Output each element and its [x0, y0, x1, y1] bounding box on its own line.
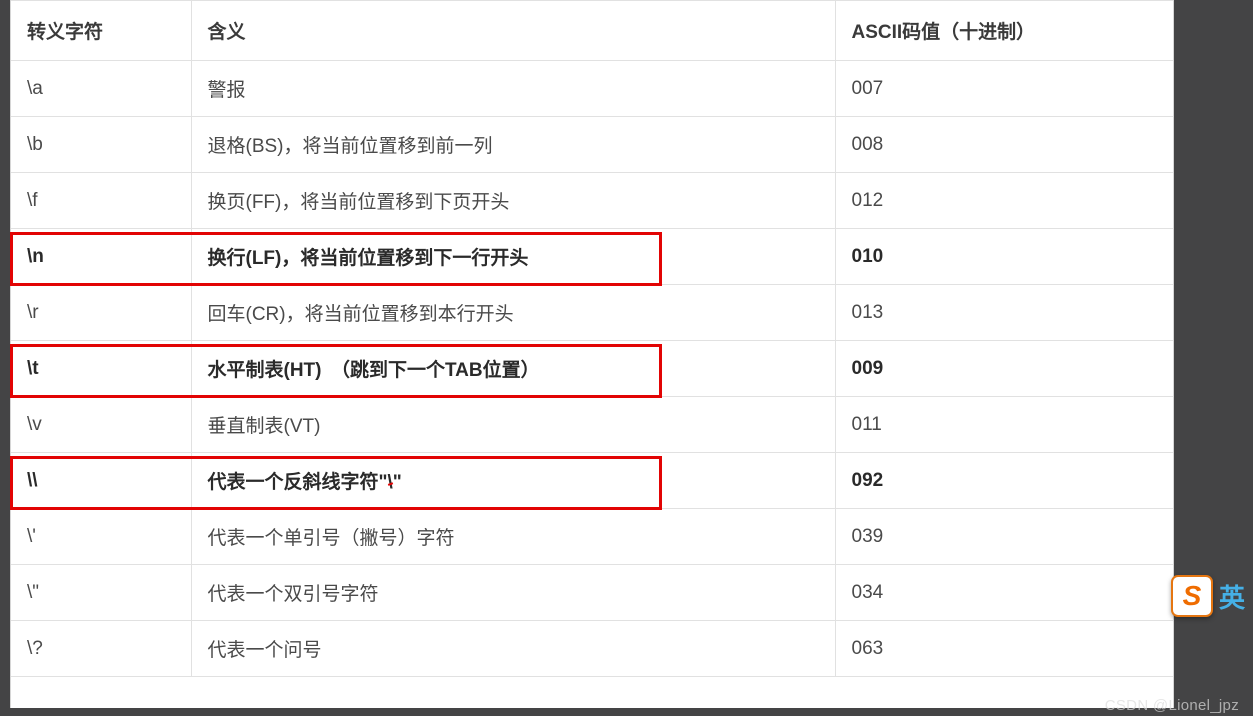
- cell-escape: \f: [11, 173, 191, 229]
- sogou-mode-label: 英: [1219, 578, 1245, 615]
- cell-escape: \b: [11, 117, 191, 173]
- meaning-strike: \: [388, 472, 393, 494]
- table-row: \?代表一个问号063: [11, 621, 1173, 677]
- cell-meaning: 警报: [191, 61, 835, 117]
- cell-escape: \": [11, 565, 191, 621]
- cell-meaning: 换页(FF)，将当前位置移到下页开头: [191, 173, 835, 229]
- cell-meaning: 退格(BS)，将当前位置移到前一列: [191, 117, 835, 173]
- cell-escape: \\: [11, 453, 191, 509]
- table-row: \v垂直制表(VT)011: [11, 397, 1173, 453]
- cell-escape: \t: [11, 341, 191, 397]
- cell-meaning: 垂直制表(VT): [191, 397, 835, 453]
- col-header-escape: 转义字符: [11, 1, 191, 61]
- table-row: \\代表一个反斜线字符"\"092: [11, 453, 1173, 509]
- cell-meaning: 回车(CR)，将当前位置移到本行开头: [191, 285, 835, 341]
- table-row: \'代表一个单引号（撇号）字符039: [11, 509, 1173, 565]
- cell-escape: \n: [11, 229, 191, 285]
- cell-ascii: 009: [835, 341, 1173, 397]
- cell-meaning: 代表一个双引号字符: [191, 565, 835, 621]
- cell-ascii: 063: [835, 621, 1173, 677]
- col-header-ascii: ASCII码值（十进制）: [835, 1, 1173, 61]
- table-header-row: 转义字符 含义 ASCII码值（十进制）: [11, 1, 1173, 61]
- sogou-s-glyph: S: [1183, 580, 1202, 612]
- table-row: \"代表一个双引号字符034: [11, 565, 1173, 621]
- cell-meaning: 代表一个问号: [191, 621, 835, 677]
- cell-ascii: 013: [835, 285, 1173, 341]
- col-header-meaning: 含义: [191, 1, 835, 61]
- table-row: \r回车(CR)，将当前位置移到本行开头013: [11, 285, 1173, 341]
- cell-ascii: 034: [835, 565, 1173, 621]
- cell-meaning: 代表一个反斜线字符"\": [191, 453, 835, 509]
- escape-table: 转义字符 含义 ASCII码值（十进制） \a警报007\b退格(BS)，将当前…: [11, 0, 1173, 677]
- cell-ascii: 008: [835, 117, 1173, 173]
- table-row: \a警报007: [11, 61, 1173, 117]
- cell-ascii: 011: [835, 397, 1173, 453]
- table-row: \t水平制表(HT) （跳到下一个TAB位置）009: [11, 341, 1173, 397]
- cell-escape: \a: [11, 61, 191, 117]
- table-row: \n换行(LF)，将当前位置移到下一行开头010: [11, 229, 1173, 285]
- cell-escape: \?: [11, 621, 191, 677]
- cell-ascii: 092: [835, 453, 1173, 509]
- cell-ascii: 010: [835, 229, 1173, 285]
- table-row: \b退格(BS)，将当前位置移到前一列008: [11, 117, 1173, 173]
- sogou-logo-icon: S: [1171, 575, 1213, 617]
- csdn-watermark: CSDN @Lionel_jpz: [1105, 697, 1239, 714]
- cell-meaning: 换行(LF)，将当前位置移到下一行开头: [191, 229, 835, 285]
- meaning-pre: 代表一个反斜线字符": [208, 472, 388, 493]
- cell-escape: \': [11, 509, 191, 565]
- meaning-post: ": [393, 472, 402, 493]
- sogou-ime-badge[interactable]: S 英: [1171, 568, 1253, 624]
- cell-ascii: 012: [835, 173, 1173, 229]
- cell-meaning: 水平制表(HT) （跳到下一个TAB位置）: [191, 341, 835, 397]
- cell-ascii: 039: [835, 509, 1173, 565]
- cell-escape: \r: [11, 285, 191, 341]
- cell-escape: \v: [11, 397, 191, 453]
- cell-ascii: 007: [835, 61, 1173, 117]
- cell-meaning: 代表一个单引号（撇号）字符: [191, 509, 835, 565]
- table-row: \f换页(FF)，将当前位置移到下页开头012: [11, 173, 1173, 229]
- escape-table-container: 转义字符 含义 ASCII码值（十进制） \a警报007\b退格(BS)，将当前…: [10, 0, 1174, 708]
